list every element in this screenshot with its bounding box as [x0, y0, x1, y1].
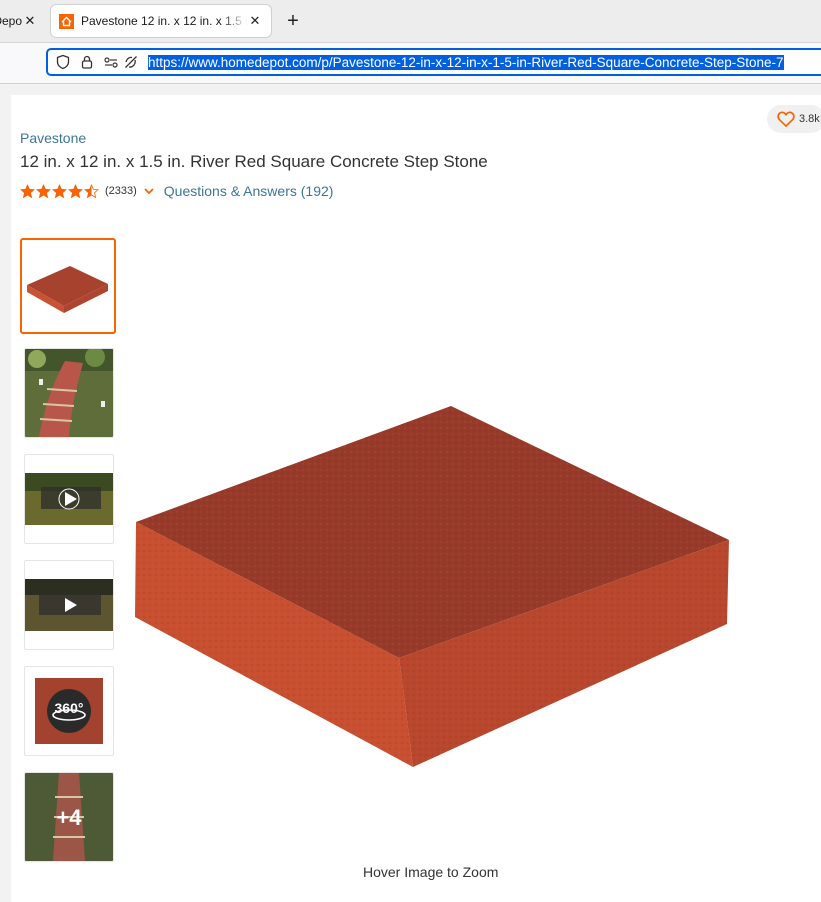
video-walkway-image — [25, 473, 113, 525]
tab-previous-title: Home Depo — [0, 14, 22, 28]
thumbnail-more-images[interactable]: +4 — [24, 772, 114, 862]
product-page: 3.8k Pavestone 12 in. x 12 in. x 1.5 in.… — [11, 95, 821, 902]
star-icon — [20, 183, 35, 198]
home-depot-favicon-icon — [59, 13, 74, 29]
thumbnail-walkway-photo[interactable] — [24, 348, 114, 438]
new-tab-button[interactable]: + — [282, 9, 304, 33]
tracking-protection-icon[interactable] — [122, 53, 140, 71]
brand-link[interactable]: Pavestone — [20, 130, 86, 146]
star-icon — [68, 183, 83, 198]
thumbnail-360-view[interactable]: 360° — [24, 666, 114, 756]
chevron-down-icon[interactable] — [143, 185, 155, 197]
navigation-bar: https://www.homedepot.com/p/Pavestone-12… — [0, 43, 821, 84]
rating-row: (2333) Questions & Answers (192) — [20, 182, 333, 200]
permissions-icon[interactable] — [102, 53, 120, 71]
product-title: 12 in. x 12 in. x 1.5 in. River Red Squa… — [20, 152, 488, 171]
shield-icon[interactable] — [54, 53, 72, 71]
address-bar[interactable]: https://www.homedepot.com/p/Pavestone-12… — [46, 48, 821, 76]
lock-icon[interactable] — [78, 53, 96, 71]
thumbnail-video-walkway[interactable] — [24, 454, 114, 544]
close-icon[interactable]: ✕ — [22, 13, 38, 29]
thumbnail-video-patio[interactable] — [24, 560, 114, 650]
step-stone-image — [135, 406, 729, 767]
url-text[interactable]: https://www.homedepot.com/p/Pavestone-12… — [148, 54, 784, 70]
review-count[interactable]: (2333) — [105, 185, 137, 197]
url-selection: https://www.homedepot.com/p/Pavestone-12… — [148, 54, 784, 70]
main-product-image[interactable] — [131, 400, 741, 775]
star-rating[interactable] — [20, 183, 100, 199]
hover-zoom-hint: Hover Image to Zoom — [363, 864, 499, 880]
close-icon[interactable]: ✕ — [247, 13, 263, 29]
star-icon — [84, 183, 99, 198]
questions-answers-link[interactable]: Questions & Answers (192) — [164, 183, 334, 199]
tab-active-title: Pavestone 12 in. x 12 in. x 1.5 in. Rive… — [81, 14, 247, 28]
walkway-photo-image — [25, 349, 113, 437]
more-images-count: +4 — [56, 805, 82, 830]
tab-previous[interactable]: Home Depo ✕ — [0, 4, 44, 38]
video-patio-image — [25, 579, 113, 631]
thumbnail-product[interactable] — [20, 238, 116, 334]
heart-icon — [777, 111, 795, 128]
favorite-count: 3.8k — [799, 113, 820, 125]
tab-active[interactable]: Pavestone 12 in. x 12 in. x 1.5 in. Rive… — [50, 4, 272, 38]
star-icon — [52, 183, 67, 198]
favorite-button[interactable]: 3.8k — [767, 105, 821, 133]
tab-strip: Home Depo ✕ Pavestone 12 in. x 12 in. x … — [0, 0, 821, 43]
step-stone-thumbnail-image — [27, 266, 108, 313]
spin-360-label: 360° — [54, 700, 84, 716]
star-icon — [36, 183, 51, 198]
